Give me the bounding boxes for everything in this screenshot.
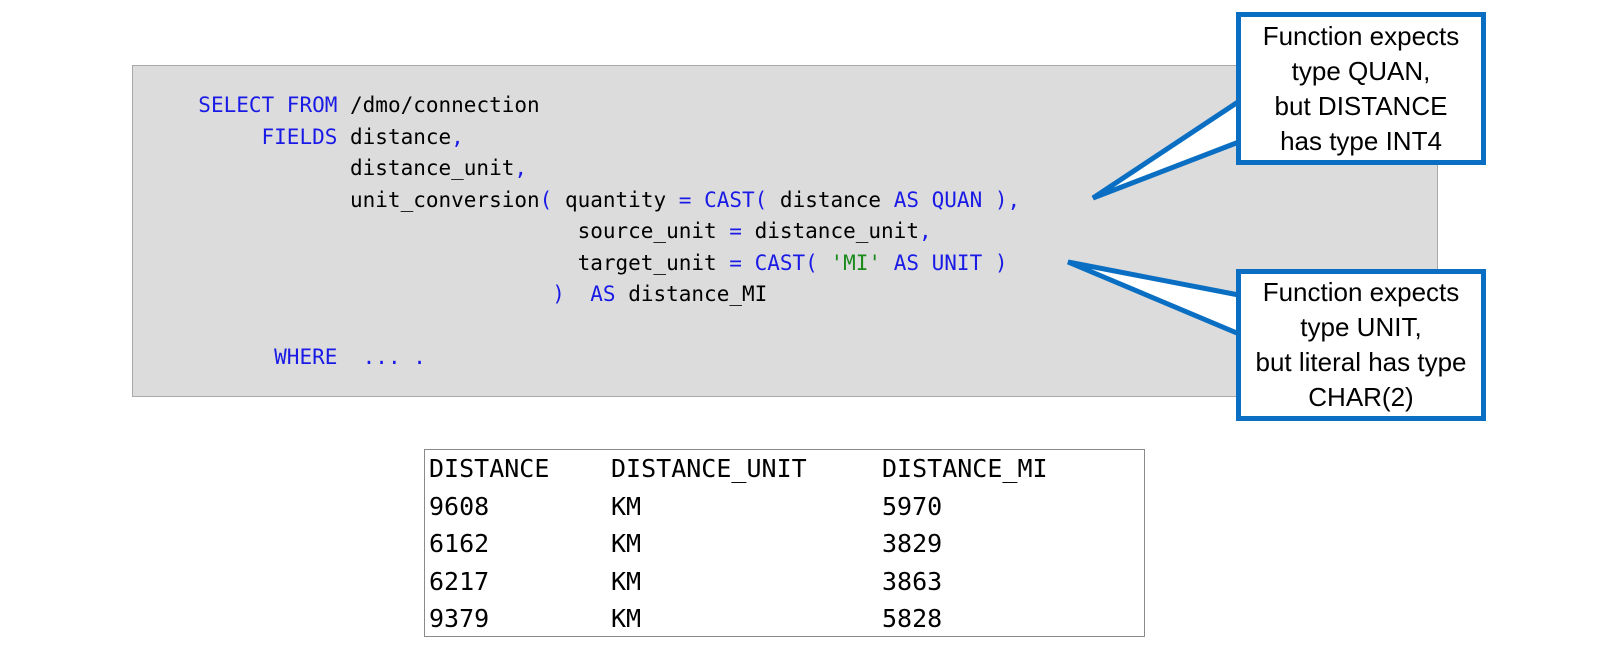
callout-2-line: Function expects [1262,277,1460,307]
column-header-distance-mi: DISTANCE_MI [882,454,1048,484]
callout-2-pointer [1067,259,1247,340]
table-header-row: DISTANCE DISTANCE_UNIT DISTANCE_MI [429,450,1122,488]
callout-type-quan: Function expects type QUAN, but DISTANCE… [1236,12,1486,165]
column-header-distance: DISTANCE [429,454,550,484]
table-row: 9608 KM 5970 [429,488,1122,526]
table-cell: 9608 [429,491,490,521]
table-cell: KM [611,529,642,559]
table-row: 6217 KM 3863 [429,563,1122,601]
table-row: 9379 KM 5828 [429,600,1122,638]
callout-type-unit: Function expects type UNIT, but literal … [1236,269,1486,421]
table-row: 6162 KM 3829 [429,525,1122,563]
table-cell: KM [611,604,642,634]
callout-2-line: type UNIT, [1300,312,1422,342]
callout-1-line: Function expects [1262,20,1460,51]
table-cell: KM [611,566,642,596]
table-cell: 9379 [429,604,490,634]
callout-1-line: type QUAN, [1291,55,1431,86]
table-cell: 3863 [882,566,943,596]
callout-1-line: has type INT4 [1280,125,1442,156]
result-table: DISTANCE DISTANCE_UNIT DISTANCE_MI 9608 … [429,450,1122,638]
table-cell: 5828 [882,604,943,634]
table-cell: 3829 [882,529,943,559]
table-cell: 6217 [429,566,490,596]
callout-2-line: but literal has type [1255,347,1467,377]
table-cell: 6162 [429,529,490,559]
table-cell: 5970 [882,491,943,521]
column-header-distance-unit: DISTANCE_UNIT [611,454,807,484]
callout-1-line: but DISTANCE [1274,90,1448,121]
callout-1-pointer [1091,93,1247,201]
callout-2-line: CHAR(2) [1308,382,1414,412]
result-table-panel: DISTANCE DISTANCE_UNIT DISTANCE_MI 9608 … [424,449,1145,637]
table-cell: KM [611,491,642,521]
